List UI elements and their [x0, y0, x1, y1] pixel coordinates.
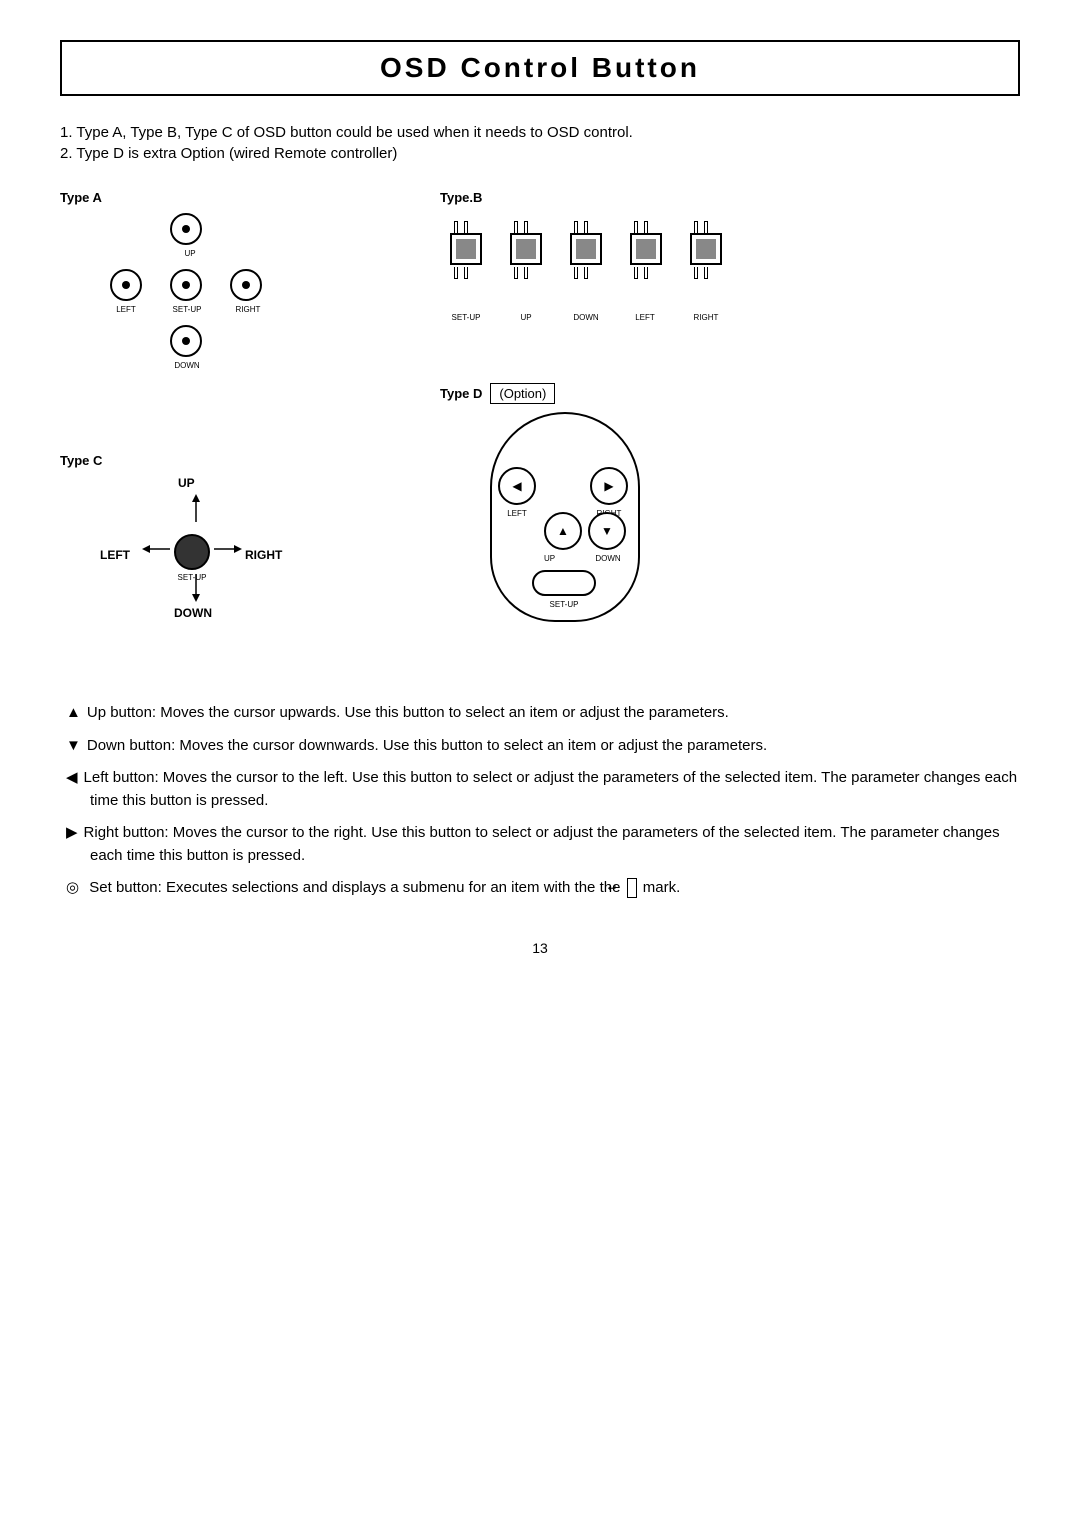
page-number: 13	[60, 940, 1020, 956]
left-diagram-col: Type A UP LEFT SET-UP RIGHT DOWN	[60, 190, 440, 666]
page-title: OSD Control Button	[380, 52, 700, 83]
typeB-label: Type.B	[440, 190, 780, 205]
intro-item-1: 1. Type A, Type B, Type C of OSD button …	[60, 124, 1020, 141]
typeC-right-label: RIGHT	[245, 548, 282, 562]
typeD-setup-label: SET-UP	[530, 600, 598, 609]
typeC-right-arrow-icon	[212, 542, 242, 556]
typeD-down-label: DOWN	[586, 554, 630, 563]
typeD-section: Type D (Option) ◀ LEFT ▶ RIGHT	[440, 383, 670, 632]
typeC-down-label: DOWN	[174, 606, 212, 620]
typeA-up-btn[interactable]	[170, 213, 202, 245]
desc-down: Down button: Moves the cursor downwards.…	[60, 735, 1020, 758]
typeC-up-label: UP	[178, 476, 195, 490]
typeD-right-btn[interactable]: ▶	[590, 467, 628, 505]
typeA-left-label: LEFT	[105, 305, 147, 314]
desc-left: Left button: Moves the cursor to the lef…	[60, 767, 1020, 812]
typeC-diagram: UP LEFT SET-UP	[100, 476, 320, 656]
intro-item-2: 2. Type D is extra Option (wired Remote …	[60, 145, 1020, 162]
typeD-down-btn[interactable]: ▼	[588, 512, 626, 550]
typeB-setup-btn[interactable]	[450, 233, 482, 265]
typeB-section: Type.B SET-UP	[440, 190, 780, 353]
right-diagram-col: Type.B SET-UP	[440, 190, 900, 666]
typeA-down-label: DOWN	[162, 361, 212, 370]
diagrams-row: Type A UP LEFT SET-UP RIGHT DOWN	[60, 190, 1020, 666]
typeA-right-label: RIGHT	[226, 305, 270, 314]
typeC-down-arrow-icon	[190, 572, 202, 602]
desc-right: Right button: Moves the cursor to the ri…	[60, 822, 1020, 867]
typeB-setup-label: SET-UP	[440, 313, 492, 322]
typeD-left-label: LEFT	[494, 509, 540, 518]
typeD-option-label: (Option)	[490, 383, 555, 404]
typeC-setup-btn[interactable]	[174, 534, 210, 570]
typeC-left-label: LEFT	[100, 548, 130, 562]
typeB-right-label: RIGHT	[682, 313, 730, 322]
typeC-up-arrow-icon	[190, 494, 202, 524]
typeD-left-btn[interactable]: ◀	[498, 467, 536, 505]
typeD-setup-btn[interactable]	[532, 570, 596, 596]
desc-up: Up button: Moves the cursor upwards. Use…	[60, 702, 1020, 725]
typeD-up-btn[interactable]: ▲	[544, 512, 582, 550]
typeB-left-label: LEFT	[622, 313, 668, 322]
typeA-left-btn[interactable]	[110, 269, 142, 301]
typeA-setup-label: SET-UP	[162, 305, 212, 314]
desc-set: Set button: Executes selections and disp…	[60, 877, 1020, 900]
typeB-up-btn[interactable]	[510, 233, 542, 265]
typeA-down-btn[interactable]	[170, 325, 202, 357]
typeA-setup-btn[interactable]	[170, 269, 202, 301]
typeB-left-btn[interactable]	[630, 233, 662, 265]
typeA-right-btn[interactable]	[230, 269, 262, 301]
typeD-label: Type D	[440, 386, 482, 401]
typeB-down-btn[interactable]	[570, 233, 602, 265]
typeB-up-label: UP	[508, 313, 544, 322]
typeB-down-label: DOWN	[562, 313, 610, 322]
typeA-up-label: UP	[170, 249, 210, 258]
typeC-section: Type C UP LEFT SET-UP	[60, 453, 320, 666]
typeA-diagram: UP LEFT SET-UP RIGHT DOWN	[100, 213, 300, 413]
typeA-section: Type A UP LEFT SET-UP RIGHT DOWN	[60, 190, 300, 443]
desc-list: Up button: Moves the cursor upwards. Use…	[60, 702, 1020, 900]
typeB-right-btn[interactable]	[690, 233, 722, 265]
typeB-diagram: SET-UP UP	[440, 213, 780, 333]
page-title-box: OSD Control Button	[60, 40, 1020, 96]
typeA-label: Type A	[60, 190, 300, 205]
typeC-left-arrow-icon	[142, 542, 172, 556]
typeC-label: Type C	[60, 453, 320, 468]
enter-mark-icon: ↵	[627, 878, 637, 898]
typeD-label-row: Type D (Option)	[440, 383, 670, 404]
intro-list: 1. Type A, Type B, Type C of OSD button …	[60, 124, 1020, 162]
typeD-diagram: ◀ LEFT ▶ RIGHT ▲ UP ▼ DOWN	[470, 412, 670, 632]
typeD-up-label: UP	[544, 554, 582, 563]
